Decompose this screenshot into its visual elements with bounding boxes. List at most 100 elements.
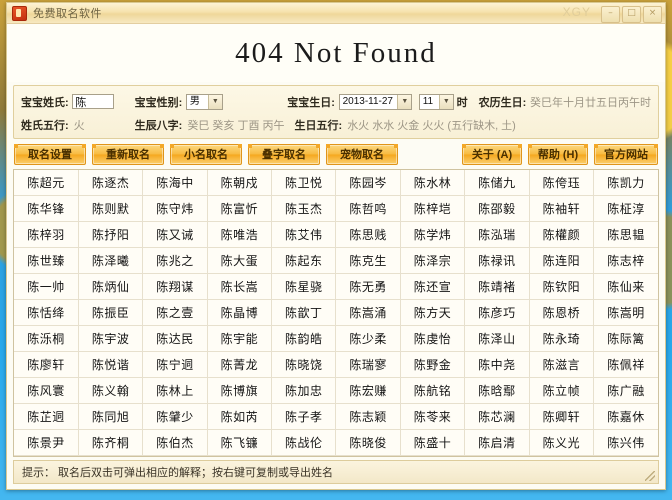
name-cell[interactable]: 陈海中 bbox=[143, 170, 207, 196]
name-cell[interactable]: 陈彦巧 bbox=[465, 300, 529, 326]
name-cell[interactable]: 陈志颖 bbox=[336, 404, 400, 430]
name-cell[interactable]: 陈学炜 bbox=[400, 222, 464, 248]
name-cell[interactable]: 陈林茵 bbox=[529, 456, 593, 458]
gender-select[interactable]: 男 ▼ bbox=[186, 94, 223, 110]
name-cell[interactable]: 陈义翰 bbox=[78, 378, 142, 404]
name-cell[interactable]: 陈战伦 bbox=[272, 430, 336, 456]
name-cell[interactable]: 陈苓来 bbox=[400, 404, 464, 430]
about-button[interactable]: 关于 (A) bbox=[462, 144, 522, 165]
name-cell[interactable]: 陈梓垲 bbox=[400, 196, 464, 222]
hour-select[interactable]: 11 ▼ bbox=[419, 94, 454, 110]
name-cell[interactable]: 陈起东 bbox=[272, 248, 336, 274]
name-cell[interactable]: 陈广融 bbox=[594, 378, 658, 404]
name-cell[interactable]: 陈肈少 bbox=[143, 404, 207, 430]
name-cell[interactable]: 陈逐杰 bbox=[78, 170, 142, 196]
name-cell[interactable]: 陈晓俊 bbox=[336, 430, 400, 456]
name-cell[interactable]: 陈达民 bbox=[143, 326, 207, 352]
name-cell[interactable]: 陈泓瑞 bbox=[465, 222, 529, 248]
name-cell[interactable]: 陈柾淳 bbox=[594, 196, 658, 222]
name-cell[interactable]: 陈方天 bbox=[400, 300, 464, 326]
name-cell[interactable]: 陈义光 bbox=[529, 430, 593, 456]
name-cell[interactable]: 陈星骁 bbox=[272, 274, 336, 300]
surname-input[interactable] bbox=[72, 94, 114, 109]
name-cell[interactable]: 陈平达 bbox=[14, 456, 78, 458]
name-cell[interactable]: 陈朝戍 bbox=[207, 170, 271, 196]
name-cell[interactable]: 陈富忻 bbox=[207, 196, 271, 222]
naming-settings-button[interactable]: 取名设置 bbox=[14, 144, 86, 165]
name-cell[interactable]: 陈立帧 bbox=[529, 378, 593, 404]
name-cell[interactable]: 陈林上 bbox=[143, 378, 207, 404]
maximize-button[interactable]: □ bbox=[622, 6, 641, 23]
name-cell[interactable]: 陈芷迵 bbox=[14, 404, 78, 430]
pet-name-button[interactable]: 宠物取名 bbox=[326, 144, 398, 165]
name-cell[interactable]: 陈无勇 bbox=[336, 274, 400, 300]
name-cell[interactable]: 陈志漓 bbox=[272, 456, 336, 458]
name-cell[interactable]: 陈一帅 bbox=[14, 274, 78, 300]
name-cell[interactable]: 陈晶博 bbox=[207, 300, 271, 326]
chevron-down-icon[interactable]: ▼ bbox=[397, 95, 411, 109]
name-cell[interactable]: 陈际篱 bbox=[594, 326, 658, 352]
name-cell[interactable]: 陈宁迵 bbox=[143, 352, 207, 378]
name-cell[interactable]: 陈之壹 bbox=[143, 300, 207, 326]
name-cell[interactable]: 陈又诫 bbox=[143, 222, 207, 248]
name-cell[interactable]: 陈水林 bbox=[400, 170, 464, 196]
name-cell[interactable]: 陈宇能 bbox=[207, 326, 271, 352]
name-cell[interactable]: 陈卫悦 bbox=[272, 170, 336, 196]
name-cell[interactable]: 陈泽宗 bbox=[400, 248, 464, 274]
name-cell[interactable]: 陈玉杰 bbox=[272, 196, 336, 222]
name-cell[interactable]: 陈思贱 bbox=[336, 222, 400, 248]
name-cell[interactable]: 陈悦谐 bbox=[78, 352, 142, 378]
name-cell[interactable]: 陈宏赚 bbox=[336, 378, 400, 404]
name-cell[interactable]: 陈宇波 bbox=[78, 326, 142, 352]
name-cell[interactable]: 陈华锋 bbox=[14, 196, 78, 222]
name-cell[interactable]: 陈凯力 bbox=[594, 170, 658, 196]
name-cell[interactable]: 陈野金 bbox=[400, 352, 464, 378]
name-cell[interactable]: 陈嘉休 bbox=[594, 404, 658, 430]
name-cell[interactable]: 陈园岑 bbox=[336, 170, 400, 196]
nickname-button[interactable]: 小名取名 bbox=[170, 144, 242, 165]
resize-grip[interactable] bbox=[645, 471, 655, 481]
birthday-select[interactable]: 2013-11-27 ▼ bbox=[339, 94, 413, 110]
name-cell[interactable]: 陈邵毅 bbox=[465, 196, 529, 222]
help-button[interactable]: 帮助 (H) bbox=[528, 144, 588, 165]
name-cell[interactable]: 陈夏杰 bbox=[207, 456, 271, 458]
repeated-char-name-button[interactable]: 叠字取名 bbox=[248, 144, 320, 165]
name-cell[interactable]: 陈禄讯 bbox=[465, 248, 529, 274]
official-website-button[interactable]: 官方网站 bbox=[594, 144, 658, 165]
name-cell[interactable]: 陈航铭 bbox=[400, 378, 464, 404]
name-cell[interactable]: 陈靖褚 bbox=[465, 274, 529, 300]
name-cell[interactable]: 陈芯澜 bbox=[465, 404, 529, 430]
name-cell[interactable]: 陈邵峰 bbox=[465, 456, 529, 458]
name-cell[interactable]: 陈兴伟 bbox=[594, 430, 658, 456]
name-cell[interactable]: 陈立甫 bbox=[400, 456, 464, 458]
name-cell[interactable]: 陈唯浩 bbox=[207, 222, 271, 248]
regenerate-names-button[interactable]: 重新取名 bbox=[92, 144, 164, 165]
name-cell[interactable]: 陈菁龙 bbox=[207, 352, 271, 378]
name-cell[interactable]: 陈克生 bbox=[336, 248, 400, 274]
name-cell[interactable]: 陈景尹 bbox=[14, 430, 78, 456]
name-cell[interactable]: 陈梓羽 bbox=[14, 222, 78, 248]
name-cell[interactable]: 陈中尧 bbox=[465, 352, 529, 378]
name-cell[interactable]: 陈长嵩 bbox=[207, 274, 271, 300]
chevron-down-icon[interactable]: ▼ bbox=[439, 95, 453, 109]
name-cell[interactable]: 陈庆珍 bbox=[143, 456, 207, 458]
name-cell[interactable]: 陈侉珏 bbox=[529, 170, 593, 196]
name-cell[interactable]: 陈博旗 bbox=[207, 378, 271, 404]
name-cell[interactable]: 陈哲鸣 bbox=[336, 196, 400, 222]
name-cell[interactable]: 陈盛十 bbox=[400, 430, 464, 456]
name-cell[interactable]: 陈坤晗 bbox=[78, 456, 142, 458]
name-cell[interactable]: 陈滋言 bbox=[529, 352, 593, 378]
name-cell[interactable]: 陈權颜 bbox=[529, 222, 593, 248]
name-cell[interactable]: 陈信寒 bbox=[336, 456, 400, 458]
name-cell[interactable]: 陈少柔 bbox=[336, 326, 400, 352]
name-cell[interactable]: 陈歆丁 bbox=[272, 300, 336, 326]
name-cell[interactable]: 陈加忠 bbox=[272, 378, 336, 404]
name-cell[interactable]: 陈艾伟 bbox=[272, 222, 336, 248]
name-cell[interactable]: 陈志梓 bbox=[594, 248, 658, 274]
name-cell[interactable]: 陈守炜 bbox=[143, 196, 207, 222]
name-cell[interactable]: 陈炳仙 bbox=[78, 274, 142, 300]
name-cell[interactable]: 陈晗鄢 bbox=[465, 378, 529, 404]
name-cell[interactable]: 陈抒阳 bbox=[78, 222, 142, 248]
name-cell[interactable]: 陈恩桥 bbox=[529, 300, 593, 326]
name-cell[interactable]: 陈洛槊 bbox=[594, 456, 658, 458]
